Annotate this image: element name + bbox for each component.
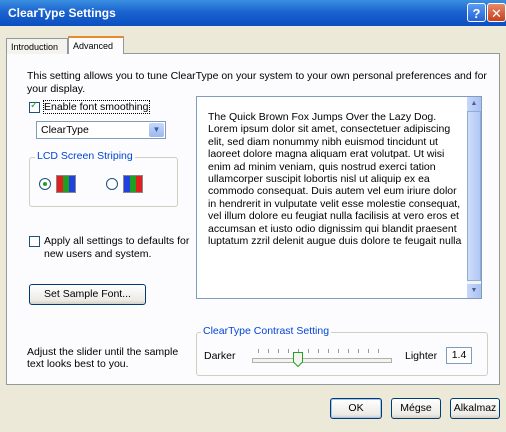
lighter-label: Lighter — [405, 350, 438, 362]
vertical-scrollbar[interactable]: ▲ ▼ — [467, 97, 481, 298]
help-button[interactable]: ? — [467, 3, 486, 22]
lcd-striping-group — [29, 157, 178, 207]
set-sample-font-button[interactable]: Set Sample Font... — [29, 284, 146, 305]
scroll-up-icon[interactable]: ▲ — [467, 97, 481, 111]
lcd-striping-title: LCD Screen Striping — [35, 150, 135, 162]
slider-tick — [378, 349, 379, 353]
slider-tick — [318, 349, 319, 353]
smoothing-method-dropdown[interactable]: ClearType ▼ — [36, 121, 166, 139]
contrast-value: 1.4 — [446, 347, 472, 364]
slider-tick — [278, 349, 279, 353]
slider-hint-text: Adjust the slider until the sample text … — [27, 346, 179, 370]
smoothing-method-value: ClearType — [41, 124, 89, 136]
tab-advanced[interactable]: Advanced — [68, 36, 124, 54]
slider-tick — [288, 349, 289, 353]
contrast-title: ClearType Contrast Setting — [201, 325, 332, 337]
slider-tick — [338, 349, 339, 353]
scroll-down-icon[interactable]: ▼ — [467, 284, 481, 298]
slider-tick — [348, 349, 349, 353]
font-smoothing-checkbox[interactable] — [29, 100, 40, 113]
font-smoothing-label[interactable]: Enable font smoothing — [43, 100, 150, 114]
apply-defaults-checkbox[interactable] — [29, 236, 40, 247]
scroll-thumb[interactable] — [467, 111, 481, 281]
slider-tick — [328, 349, 329, 353]
chevron-down-icon[interactable]: ▼ — [149, 123, 164, 137]
slider-tick — [258, 349, 259, 353]
sample-text-box[interactable]: The Quick Brown Fox Jumps Over the Lazy … — [196, 96, 482, 299]
description-text: This setting allows you to tune ClearTyp… — [27, 70, 487, 95]
window-title: ClearType Settings — [8, 6, 116, 20]
contrast-slider-thumb[interactable] — [293, 352, 303, 367]
rgb-striping-radio[interactable] — [39, 178, 51, 190]
bgr-striping-radio[interactable] — [106, 178, 118, 190]
cancel-button[interactable]: Mégse — [391, 398, 441, 419]
contrast-slider-track[interactable] — [252, 358, 392, 363]
close-button[interactable]: ✕ — [487, 3, 506, 22]
apply-defaults-label-line1[interactable]: Apply all settings to defaults for — [44, 235, 189, 247]
slider-tick — [358, 349, 359, 353]
contrast-group — [196, 332, 488, 376]
ok-button[interactable]: OK — [330, 398, 382, 419]
apply-button[interactable]: Alkalmaz — [450, 398, 500, 419]
darker-label: Darker — [204, 350, 236, 362]
title-bar[interactable]: ClearType Settings ? ✕ — [0, 0, 506, 26]
sample-text: The Quick Brown Fox Jumps Over the Lazy … — [208, 111, 462, 248]
cleartype-settings-window: ClearType Settings ? ✕ Introduction Adva… — [0, 0, 506, 432]
bgr-stripe-icon — [123, 175, 143, 193]
slider-tick — [368, 349, 369, 353]
apply-defaults-label-line2[interactable]: new users and system. — [44, 248, 151, 260]
slider-tick — [268, 349, 269, 353]
rgb-stripe-icon — [56, 175, 76, 193]
tab-introduction[interactable]: Introduction — [6, 38, 68, 54]
slider-tick — [308, 349, 309, 353]
